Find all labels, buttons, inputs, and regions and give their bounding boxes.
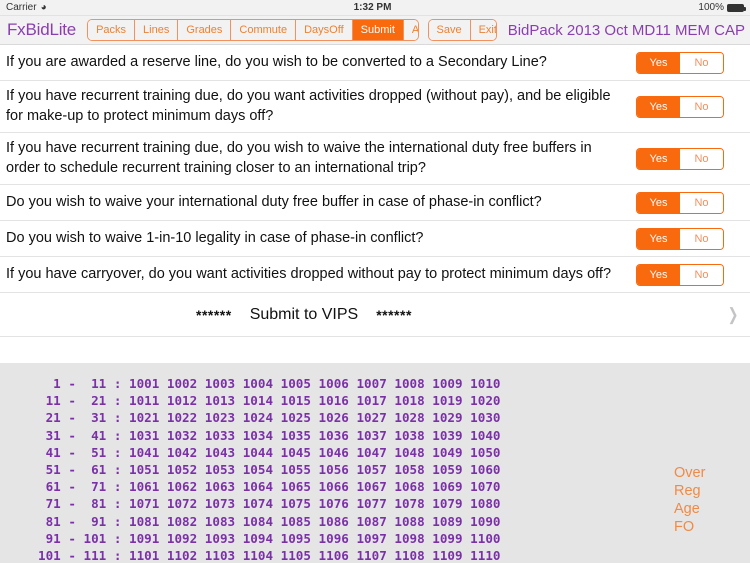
status-bar-time: 1:32 PM — [353, 2, 392, 13]
tab-grades[interactable]: Grades — [178, 20, 232, 40]
tab-awards[interactable]: Awards+ — [403, 20, 418, 40]
action-button-group: Save Exit — [427, 19, 497, 41]
nav-button-group: Packs Lines Grades Commute DaysOff Submi… — [87, 19, 419, 41]
battery-full-icon — [727, 3, 746, 12]
number-line: 1 - 11 : 1001 1002 1003 1004 1005 1006 1… — [38, 376, 501, 391]
yes-no-toggle[interactable]: Yes No — [636, 263, 724, 286]
question-row: If you have carryover, do you want activ… — [0, 257, 750, 294]
app-title: FxBidLite — [7, 20, 77, 39]
toggle-no-option[interactable]: No — [680, 192, 723, 213]
number-line: 101 - 111 : 1101 1102 1103 1104 1105 110… — [38, 548, 501, 563]
submit-to-vips-inner: ****** Submit to VIPS ****** — [6, 306, 726, 324]
toggle-yes-option[interactable]: Yes — [637, 52, 680, 73]
tab-lines[interactable]: Lines — [135, 20, 179, 40]
yes-no-toggle[interactable]: Yes No — [636, 147, 724, 170]
number-line: 11 - 21 : 1011 1012 1013 1014 1015 1016 … — [38, 393, 501, 409]
status-bar-left: Carrier ◕ — [6, 2, 47, 13]
tab-submit[interactable]: Submit — [352, 20, 404, 40]
toggle-no-option[interactable]: No — [680, 148, 723, 169]
question-text: If you have recurrent training due, do y… — [6, 140, 592, 176]
toolbar: FxBidLite Packs Lines Grades Commute Day… — [0, 16, 750, 45]
side-label-age[interactable]: Age — [674, 500, 750, 518]
status-bar: Carrier ◕ 1:32 PM 100% — [0, 0, 750, 16]
question-text: If you have carryover, do you want activ… — [6, 265, 612, 282]
number-line: 81 - 91 : 1081 1082 1083 1084 1085 1086 … — [38, 513, 501, 529]
exit-button[interactable]: Exit — [470, 20, 496, 40]
bidpack-title: BidPack 2013 Oct MD11 MEM CAP — [507, 21, 745, 39]
side-labels-group: Over Reg Age FO — [670, 363, 750, 563]
number-line: 91 - 101 : 1091 1092 1093 1094 1095 1096… — [38, 530, 501, 546]
question-list: If you are awarded a reserve line, do yo… — [0, 45, 750, 338]
number-line: 71 - 81 : 1071 1072 1073 1074 1075 1076 … — [38, 496, 501, 512]
tab-daysoff[interactable]: DaysOff — [296, 20, 353, 40]
question-text: If you are awarded a reserve line, do yo… — [6, 53, 547, 70]
side-label-fo[interactable]: FO — [674, 518, 750, 536]
number-line: 51 - 61 : 1051 1052 1053 1054 1055 1056 … — [38, 462, 501, 478]
side-label-reg[interactable]: Reg — [674, 482, 750, 500]
carrier-label: Carrier — [6, 2, 37, 13]
tab-packs[interactable]: Packs — [88, 20, 136, 40]
question-row: Do you wish to waive 1-in-10 legality in… — [0, 221, 750, 258]
save-button[interactable]: Save — [428, 20, 471, 40]
question-row: If you have recurrent training due, do y… — [0, 133, 750, 186]
question-row: Do you wish to waive your international … — [0, 185, 750, 222]
question-text: Do you wish to waive your international … — [6, 193, 542, 210]
toggle-yes-option[interactable]: Yes — [637, 228, 680, 249]
number-line: 31 - 41 : 1031 1032 1033 1034 1035 1036 … — [38, 427, 501, 443]
toggle-no-option[interactable]: No — [680, 96, 723, 117]
status-bar-right: 100% — [698, 2, 746, 13]
chevron-right-icon[interactable]: ❯ — [728, 306, 739, 323]
side-label-over[interactable]: Over — [674, 464, 750, 482]
submit-to-vips-row[interactable]: ****** Submit to VIPS ****** ❯ — [0, 293, 750, 338]
battery-percent-label: 100% — [698, 2, 724, 13]
question-row: If you have recurrent training due, do y… — [0, 81, 750, 134]
submit-to-vips-label: Submit to VIPS — [249, 305, 359, 323]
question-text: If you have recurrent training due, do y… — [6, 88, 611, 124]
number-line: 61 - 71 : 1061 1062 1063 1064 1065 1066 … — [38, 479, 501, 495]
yes-no-toggle[interactable]: Yes No — [636, 191, 724, 214]
toggle-yes-option[interactable]: Yes — [637, 96, 680, 117]
yes-no-toggle[interactable]: Yes No — [636, 227, 724, 250]
toggle-yes-option[interactable]: Yes — [637, 148, 680, 169]
numbers-panel: 1 - 11 : 1001 1002 1003 1004 1005 1006 1… — [0, 363, 750, 563]
question-row: If you are awarded a reserve line, do yo… — [0, 45, 750, 81]
toggle-yes-option[interactable]: Yes — [637, 192, 680, 213]
toggle-no-option[interactable]: No — [680, 52, 723, 73]
yes-no-toggle[interactable]: Yes No — [636, 95, 724, 118]
toggle-no-option[interactable]: No — [680, 228, 723, 249]
toggle-yes-option[interactable]: Yes — [637, 264, 680, 285]
tab-commute[interactable]: Commute — [231, 20, 297, 40]
stars-right: ****** — [376, 306, 412, 323]
yes-no-toggle[interactable]: Yes No — [636, 51, 724, 74]
number-line: 21 - 31 : 1021 1022 1023 1024 1025 1026 … — [38, 410, 501, 426]
numbers-grid: 1 - 11 : 1001 1002 1003 1004 1005 1006 1… — [0, 363, 670, 563]
number-line: 41 - 51 : 1041 1042 1043 1044 1045 1046 … — [38, 444, 501, 460]
question-text: Do you wish to waive 1-in-10 legality in… — [6, 229, 424, 246]
stars-left: ****** — [196, 306, 232, 323]
toggle-no-option[interactable]: No — [680, 264, 723, 285]
